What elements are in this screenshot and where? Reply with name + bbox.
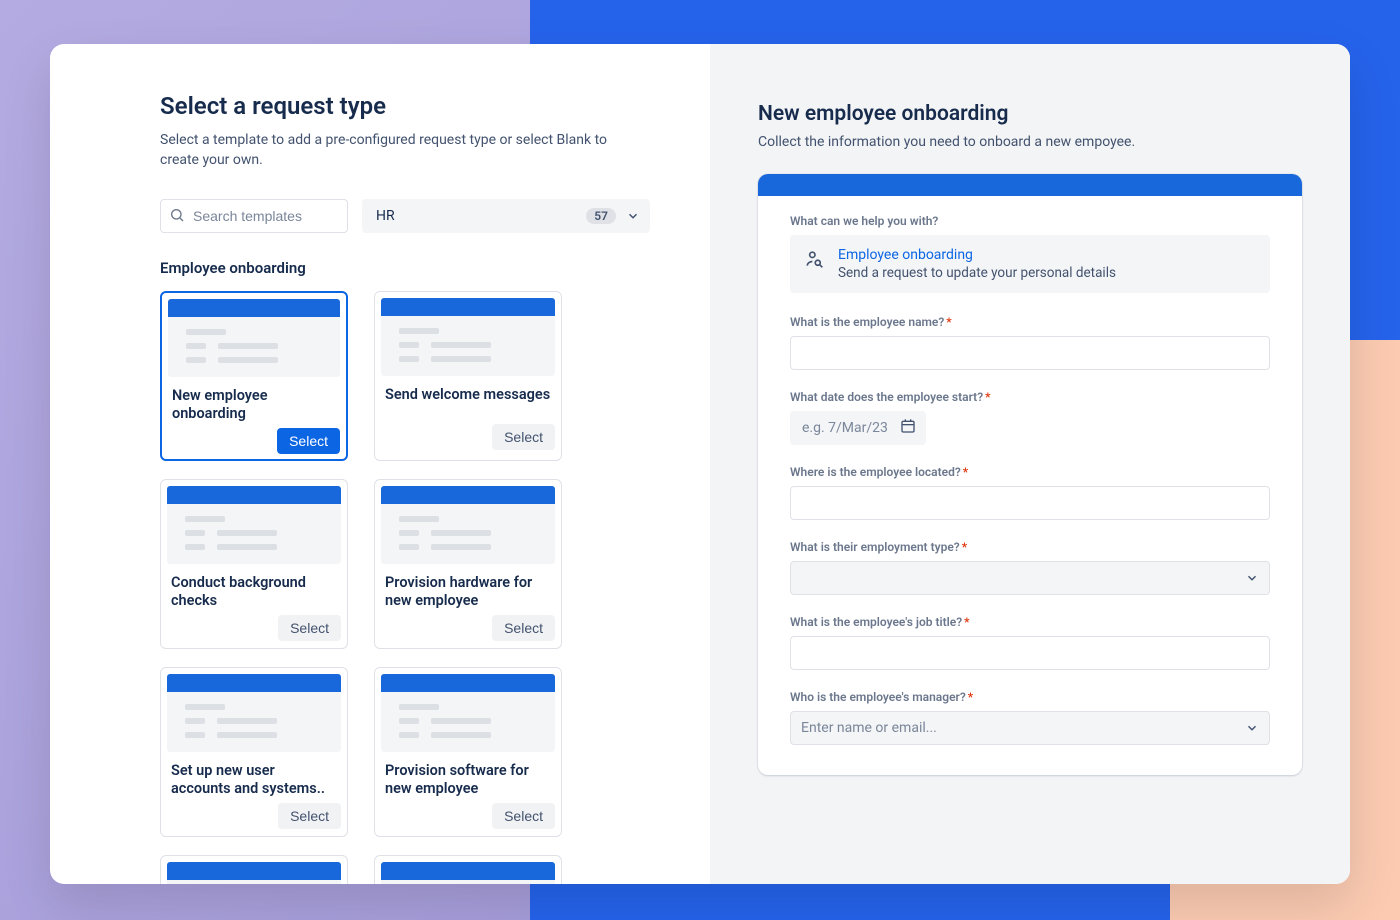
template-card[interactable]: Provision software for new employee Selec… (374, 667, 562, 837)
employment-type-label: What is their employment type?* (790, 540, 1270, 554)
template-card[interactable]: New employee onboarding Select (160, 291, 348, 461)
help-question-label: What can we help you with? (790, 214, 1270, 228)
preview-title: New employee onboarding (758, 102, 1302, 126)
section-heading: Employee onboarding (160, 259, 650, 277)
template-card[interactable]: Set up new user accounts and systems.. Se… (160, 667, 348, 837)
card-title: Provision software for new employee (385, 762, 551, 800)
card-thumb (381, 298, 555, 376)
right-pane: New employee onboarding Collect the info… (710, 44, 1350, 884)
page-subtitle: Select a template to add a pre-configure… (160, 130, 640, 171)
category-select[interactable]: HR 57 (362, 199, 650, 233)
help-info-box[interactable]: Employee onboarding Send a request to up… (790, 235, 1270, 293)
location-label: Where is the employee located?* (790, 465, 1270, 479)
chevron-down-icon (1245, 571, 1259, 585)
controls-row: HR 57 (160, 199, 650, 233)
page-title: Select a request type (160, 92, 650, 120)
card-thumb (167, 486, 341, 564)
start-date-placeholder: e.g. 7/Mar/23 (802, 420, 888, 436)
start-date-label: What date does the employee start?* (790, 390, 1270, 404)
card-title: New employee onboarding (172, 387, 336, 425)
card-title: Set up new user accounts and systems.. (171, 762, 337, 800)
chevron-down-icon (1245, 721, 1259, 735)
info-box-desc: Send a request to update your personal d… (838, 265, 1116, 281)
template-card[interactable]: Conduct background checks Select (160, 479, 348, 649)
template-card[interactable] (374, 855, 562, 884)
manager-select[interactable]: Enter name or email... (790, 711, 1270, 745)
card-thumb (168, 299, 340, 377)
select-button[interactable]: Select (492, 615, 555, 641)
manager-placeholder: Enter name or email... (801, 720, 937, 736)
template-card[interactable]: Provision hardware for new employee Selec… (374, 479, 562, 649)
form-preview-card: What can we help you with? Employee onbo… (758, 174, 1302, 775)
info-box-title: Employee onboarding (838, 247, 1116, 263)
left-pane: Select a request type Select a template … (50, 44, 710, 884)
person-search-icon (804, 247, 824, 281)
template-card[interactable]: Send welcome messages Select (374, 291, 562, 461)
category-label: HR (376, 208, 395, 224)
template-card[interactable] (160, 855, 348, 884)
select-button[interactable]: Select (492, 424, 555, 450)
select-button[interactable]: Select (278, 615, 341, 641)
location-input[interactable] (790, 486, 1270, 520)
search-input[interactable] (160, 199, 348, 233)
job-title-input[interactable] (790, 636, 1270, 670)
job-title-label: What is the employee's job title?* (790, 615, 1270, 629)
select-button[interactable]: Select (278, 803, 341, 829)
employee-name-label: What is the employee name?* (790, 315, 1270, 329)
category-count-badge: 57 (586, 208, 616, 224)
employment-type-select[interactable] (790, 561, 1270, 595)
select-button[interactable]: Select (492, 803, 555, 829)
search-icon (169, 207, 185, 227)
calendar-icon (900, 418, 916, 438)
start-date-input[interactable]: e.g. 7/Mar/23 (790, 411, 926, 445)
card-title: Provision hardware for new employee (385, 574, 551, 612)
card-thumb (381, 674, 555, 752)
chevron-down-icon (626, 209, 640, 223)
search-field (160, 199, 348, 233)
template-cards-grid: New employee onboardingSelectSend welcom… (160, 291, 650, 884)
form-card-accent (758, 174, 1302, 196)
select-button[interactable]: Select (277, 428, 340, 454)
employee-name-input[interactable] (790, 336, 1270, 370)
card-thumb (381, 486, 555, 564)
card-thumb (167, 674, 341, 752)
card-title: Conduct background checks (171, 574, 337, 612)
preview-subtitle: Collect the information you need to onbo… (758, 134, 1302, 150)
card-title: Send welcome messages (385, 386, 551, 420)
manager-label: Who is the employee's manager?* (790, 690, 1270, 704)
dialog: Select a request type Select a template … (50, 44, 1350, 884)
